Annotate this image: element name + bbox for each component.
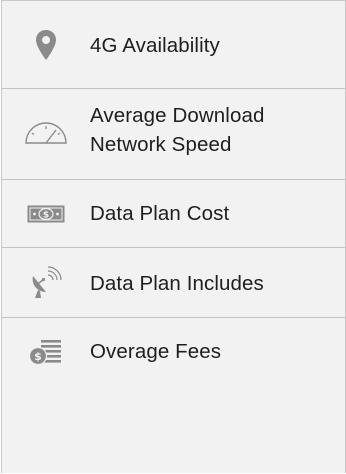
menu-item-average-download-speed[interactable]: Average Download Network Speed	[2, 89, 345, 180]
menu-item-label: Data Plan Cost	[90, 202, 230, 225]
svg-text:$: $	[43, 211, 49, 221]
menu-item-label: Average Download Network Speed	[90, 104, 265, 156]
comparison-menu-panel: 4G Availability Average Download Network…	[1, 0, 346, 473]
menu-item-label: Data Plan Includes	[90, 272, 264, 295]
menu-item-overage-fees[interactable]: $ Overage Fees	[2, 318, 345, 474]
menu-item-4g-availability[interactable]: 4G Availability	[2, 1, 345, 89]
dollar-bill-icon: $	[22, 200, 70, 228]
satellite-dish-icon	[22, 263, 70, 303]
speedometer-icon	[22, 113, 70, 153]
svg-text:$: $	[34, 350, 42, 363]
menu-item-label: Overage Fees	[90, 340, 222, 363]
menu-item-label: 4G Availability	[90, 34, 220, 57]
location-pin-icon	[22, 27, 70, 63]
menu-item-data-plan-cost[interactable]: $ Data Plan Cost	[2, 180, 345, 248]
menu-item-data-plan-includes[interactable]: Data Plan Includes	[2, 248, 345, 318]
fee-list-icon: $	[22, 336, 70, 368]
